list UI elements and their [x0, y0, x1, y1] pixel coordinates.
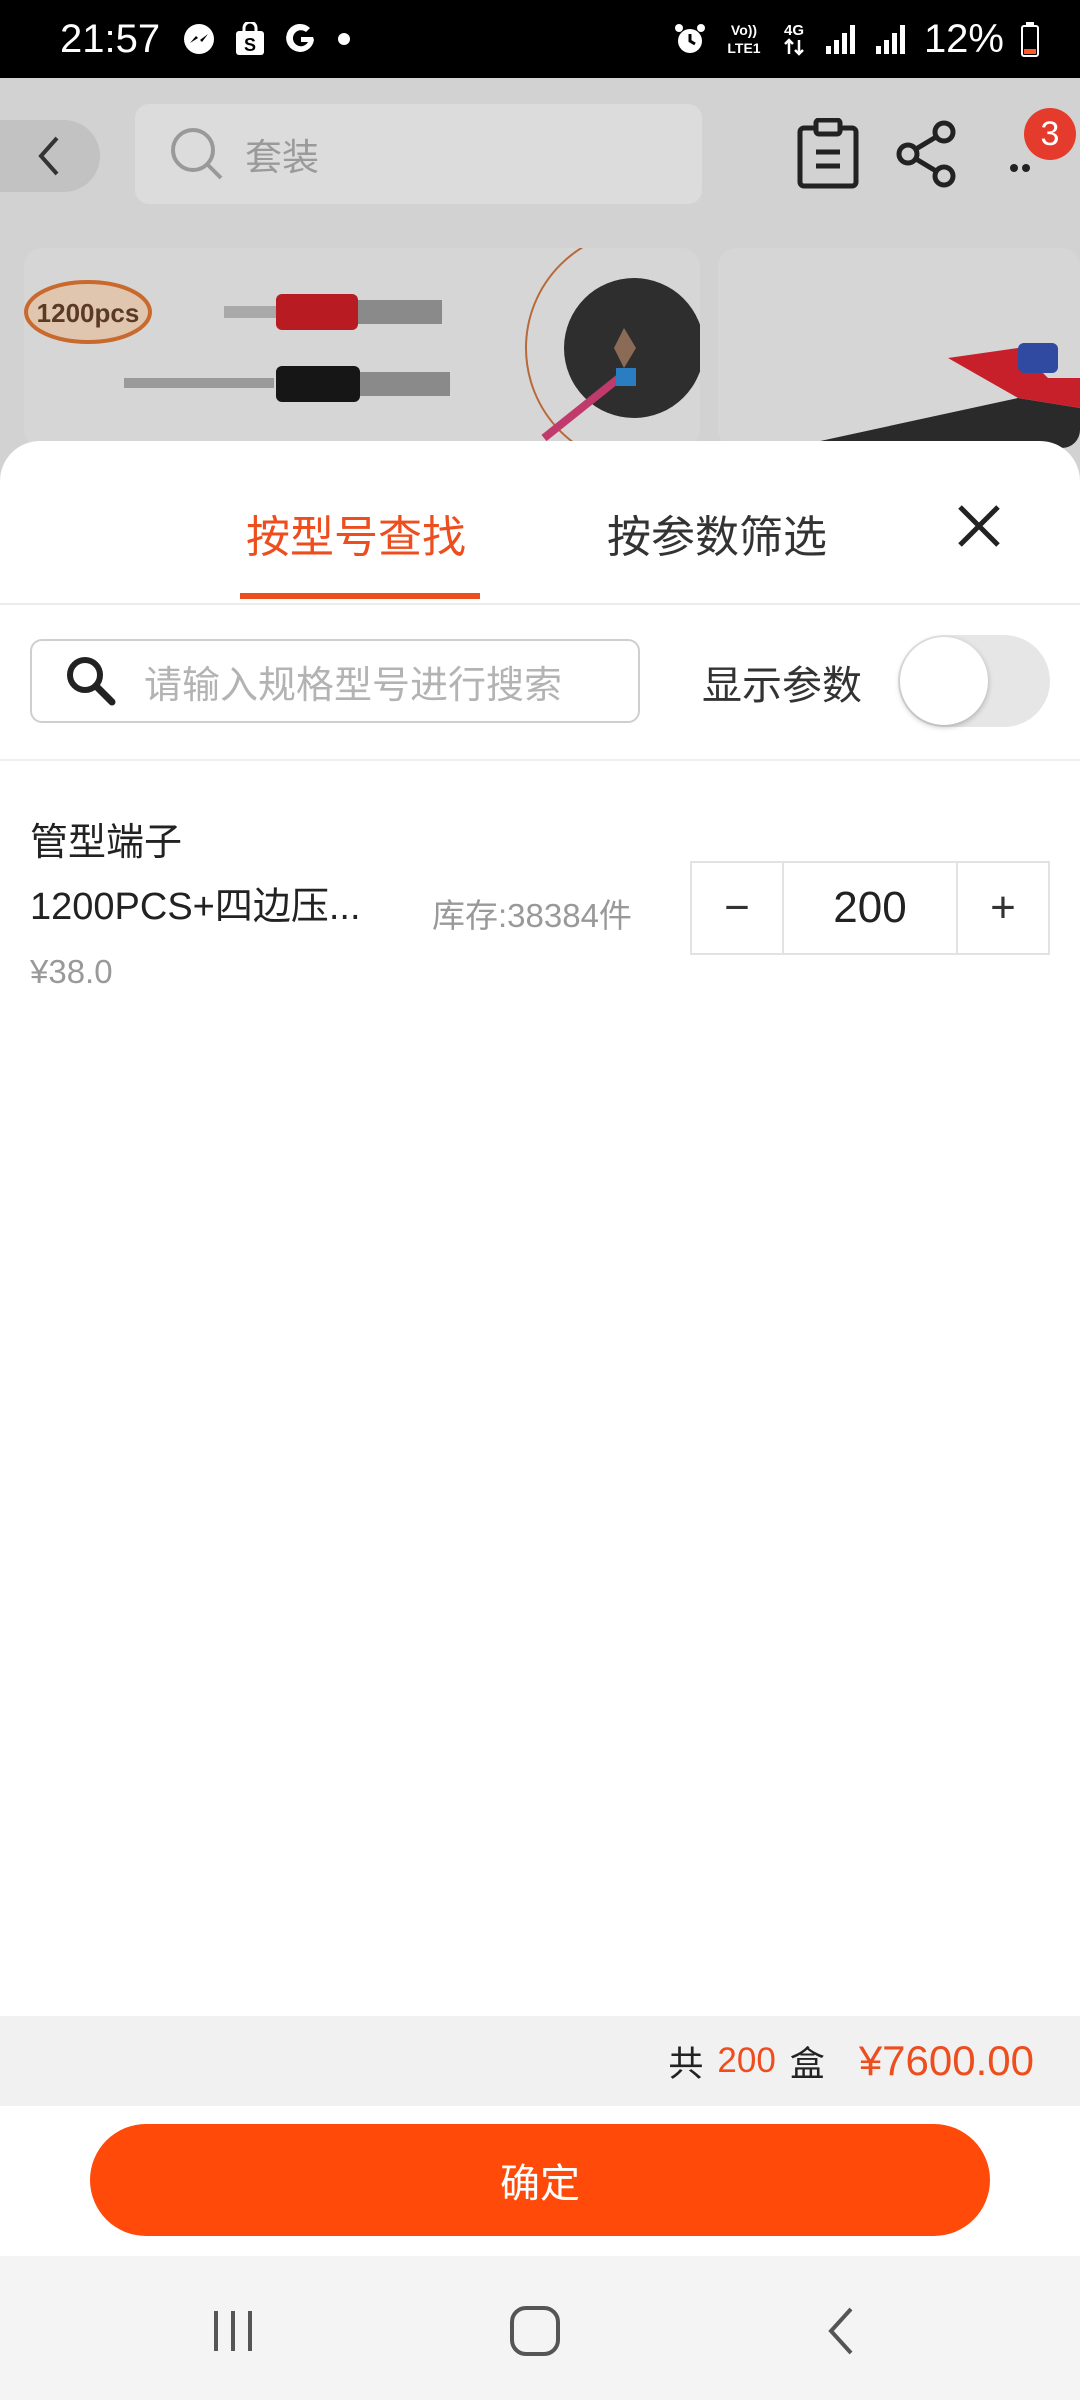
volte-icon: Vo)) LTE1: [724, 20, 764, 58]
sheet-tabs: 按型号查找 按参数筛选: [0, 441, 1080, 605]
increase-button[interactable]: +: [958, 863, 1048, 953]
notification-icons: S: [182, 22, 352, 56]
product-search-bar[interactable]: 套装: [135, 104, 702, 204]
chevron-left-icon: [828, 2307, 853, 2355]
network-label: 4G: [784, 22, 804, 39]
home-button[interactable]: [500, 2296, 570, 2366]
quantity-stepper: − 200 +: [690, 861, 1050, 955]
status-bar: 21:57 S Vo)) LTE1 4G 12%: [0, 0, 1080, 78]
list-item: 管型端子 1200PCS+四边压... ¥38.0 库存:38384件 − 20…: [0, 759, 1080, 990]
search-icon: [171, 128, 223, 180]
spec-search-row: 请输入规格型号进行搜索 显示参数: [0, 603, 1080, 761]
item-name-line1: 管型端子: [30, 822, 183, 864]
product-image-label: 1200pcs: [37, 298, 140, 328]
close-icon: [958, 505, 1000, 547]
show-params-label: 显示参数: [702, 664, 862, 708]
recent-apps-icon: [214, 2311, 252, 2351]
tab-filter-by-params[interactable]: 按参数筛选: [607, 501, 827, 565]
product-top-nav: 套装 3: [0, 78, 1080, 248]
order-summary-bar: 共 200 盒 ¥7600.00: [0, 2016, 1080, 2106]
battery-icon: [1020, 21, 1040, 57]
item-name: 管型端子 1200PCS+四边压...: [30, 811, 430, 939]
product-search-placeholder: 套装: [245, 137, 319, 178]
system-back-button[interactable]: [806, 2296, 876, 2366]
alarm-icon: [672, 21, 708, 57]
quantity-input[interactable]: 200: [782, 863, 958, 953]
summary-unit: 盒: [789, 2044, 825, 2084]
dot-icon: [336, 31, 352, 47]
4g-data-icon: 4G: [780, 20, 808, 58]
product-image-2[interactable]: [718, 248, 1080, 448]
status-time: 21:57: [60, 16, 161, 61]
summary-prefix: 共: [668, 2044, 704, 2084]
search-icon: [67, 657, 116, 706]
svg-text:LTE1: LTE1: [727, 40, 760, 56]
tab-find-by-model[interactable]: 按型号查找: [246, 501, 466, 565]
summary-total: ¥7600.00: [858, 2037, 1034, 2084]
active-tab-indicator: [240, 593, 480, 599]
signal-icon: [824, 22, 858, 56]
back-button[interactable]: [0, 120, 100, 192]
spec-selection-sheet: 按型号查找 按参数筛选 请输入规格型号进行搜索 显示参数 管型端子 1200PC…: [0, 441, 1080, 2400]
summary-quantity: 200: [717, 2041, 776, 2080]
shop-icon: S: [234, 22, 266, 56]
home-icon: [510, 2306, 560, 2356]
svg-text:Vo)): Vo)): [731, 22, 757, 38]
toggle-knob: [900, 637, 988, 725]
google-icon: [284, 22, 318, 56]
svg-text:S: S: [244, 35, 256, 55]
system-icons: Vo)) LTE1 4G 12%: [672, 17, 1040, 62]
show-params-toggle[interactable]: [898, 635, 1050, 727]
system-navigation-bar: [0, 2256, 1080, 2400]
signal-icon: [874, 22, 908, 56]
spec-search-placeholder: 请输入规格型号进行搜索: [144, 664, 563, 707]
decrease-button[interactable]: −: [692, 863, 782, 953]
confirm-area: 确定: [0, 2106, 1080, 2256]
messenger-icon: [182, 22, 216, 56]
cart-badge: 3: [1024, 108, 1076, 160]
battery-percent: 12%: [923, 16, 1004, 61]
share-icon[interactable]: [894, 118, 958, 195]
chevron-left-icon: [38, 136, 59, 176]
confirm-button[interactable]: 确定: [90, 2124, 990, 2236]
clipboard-icon[interactable]: [796, 117, 860, 195]
spec-search-input[interactable]: 请输入规格型号进行搜索: [30, 639, 640, 723]
item-stock: 库存:38384件: [432, 897, 632, 934]
recent-apps-button[interactable]: [198, 2296, 268, 2366]
product-image[interactable]: 1200pcs: [24, 248, 700, 448]
item-name-line2: 1200PCS+四边压...: [30, 886, 361, 928]
close-button[interactable]: [954, 501, 1004, 551]
item-price: ¥38.0: [30, 953, 113, 990]
